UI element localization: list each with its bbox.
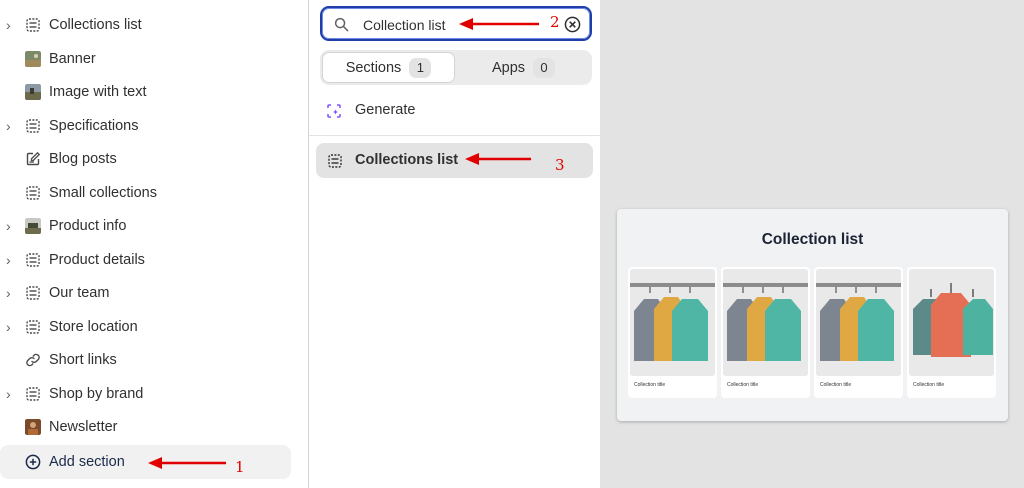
sidebar-item-label: Specifications	[49, 118, 139, 134]
tab-label: Sections	[345, 59, 402, 76]
sidebar-item-short-links[interactable]: Short links	[0, 344, 292, 377]
preview-caption: Collection title	[634, 382, 666, 388]
preview-caption: Collection title	[913, 382, 945, 388]
divider	[309, 135, 601, 136]
image-thumb-icon	[25, 419, 41, 435]
sidebar-item-store-location[interactable]: › Store location	[0, 311, 292, 344]
sidebar-item-label: Small collections	[49, 185, 157, 201]
section-preview-card: Collection list Collection title Collect…	[617, 209, 1008, 421]
preview-caption: Collection title	[820, 382, 852, 388]
tab-label: Apps	[491, 59, 526, 76]
search-icon	[334, 17, 349, 32]
sidebar-item-blog-posts[interactable]: Blog posts	[0, 143, 292, 176]
tab-bar: Sections 1 Apps 0	[320, 50, 592, 85]
preview-collection-card: Collection title	[721, 267, 810, 398]
generate-button[interactable]: Generate	[320, 96, 592, 126]
image-thumb-icon	[25, 218, 41, 234]
sidebar-item-label: Short links	[49, 352, 117, 368]
edit-doc-icon	[26, 151, 41, 166]
sidebar-item-image-with-text[interactable]: Image with text	[0, 76, 292, 109]
clothes-rack-image	[723, 269, 808, 376]
sidebar-item-small-collections[interactable]: Small collections	[0, 177, 292, 210]
annotation-arrow	[459, 18, 539, 30]
sidebar-item-label: Shop by brand	[49, 386, 144, 402]
sidebar-item-our-team[interactable]: › Our team	[0, 277, 292, 310]
preview-area: Collection list Collection title Collect…	[600, 0, 1024, 488]
sections-sidebar: › Collections list Banner Image with tex…	[0, 0, 308, 488]
section-icon	[26, 119, 40, 133]
sidebar-item-collections-list[interactable]: › Collections list	[0, 9, 292, 42]
preview-collection-card: Collection title	[628, 267, 717, 398]
annotation-step-number: 3	[555, 156, 565, 174]
plus-circle-icon	[25, 454, 41, 470]
tab-sections[interactable]: Sections 1	[322, 52, 455, 83]
chevron-right-icon[interactable]: ›	[6, 252, 18, 268]
shirts-rack-image	[909, 269, 994, 376]
annotation-arrow	[148, 457, 226, 469]
link-icon	[26, 353, 40, 367]
sidebar-item-label: Product info	[49, 218, 127, 234]
clothes-rack-image	[816, 269, 901, 376]
section-icon	[26, 286, 40, 300]
tab-apps[interactable]: Apps 0	[457, 52, 590, 83]
sidebar-item-product-details[interactable]: › Product details	[0, 244, 292, 277]
sidebar-item-shop-by-brand[interactable]: › Shop by brand	[0, 378, 292, 411]
chevron-right-icon[interactable]: ›	[6, 118, 18, 134]
chevron-right-icon[interactable]: ›	[6, 17, 18, 33]
tab-count-badge: 0	[533, 57, 556, 78]
sidebar-item-label: Newsletter	[49, 419, 118, 435]
sidebar-item-banner[interactable]: Banner	[0, 43, 292, 76]
sidebar-item-label: Collections list	[49, 17, 142, 33]
sidebar-item-label: Our team	[49, 285, 110, 301]
section-icon	[328, 154, 342, 168]
sidebar-item-specifications[interactable]: › Specifications	[0, 110, 292, 143]
generate-label: Generate	[355, 102, 416, 118]
section-icon	[26, 18, 40, 32]
sidebar-item-label: Banner	[49, 51, 96, 67]
result-collections-list[interactable]: Collections list	[316, 143, 593, 178]
add-section-panel: Sections 1 Apps 0 Generate Collections l…	[308, 0, 601, 488]
annotation-arrow	[465, 153, 531, 165]
chevron-right-icon[interactable]: ›	[6, 386, 18, 402]
tab-count-badge: 1	[409, 57, 432, 78]
sidebar-item-label: Image with text	[49, 84, 147, 100]
annotation-step-number: 2	[550, 13, 560, 31]
image-thumb-icon	[25, 51, 41, 67]
sidebar-item-label: Blog posts	[49, 151, 117, 167]
section-icon	[26, 387, 40, 401]
result-label: Collections list	[355, 152, 459, 168]
chevron-right-icon[interactable]: ›	[6, 319, 18, 335]
add-section-label: Add section	[49, 454, 125, 470]
chevron-right-icon[interactable]: ›	[6, 218, 18, 234]
section-icon	[26, 253, 40, 267]
chevron-right-icon[interactable]: ›	[6, 285, 18, 301]
clothes-rack-image	[630, 269, 715, 376]
preview-collection-card: Collection title	[907, 267, 996, 398]
section-icon	[26, 320, 40, 334]
section-icon	[26, 186, 40, 200]
sidebar-item-newsletter[interactable]: Newsletter	[0, 411, 292, 444]
generate-sparkle-icon	[327, 104, 341, 118]
preview-caption: Collection title	[727, 382, 759, 388]
preview-title: Collection list	[761, 231, 864, 248]
sidebar-item-label: Product details	[49, 252, 145, 268]
sidebar-item-product-info[interactable]: › Product info	[0, 210, 292, 243]
sidebar-item-label: Store location	[49, 319, 138, 335]
preview-collection-card: Collection title	[814, 267, 903, 398]
clear-search-icon[interactable]	[564, 16, 581, 33]
image-thumb-icon	[25, 84, 41, 100]
annotation-step-number: 1	[235, 458, 245, 476]
